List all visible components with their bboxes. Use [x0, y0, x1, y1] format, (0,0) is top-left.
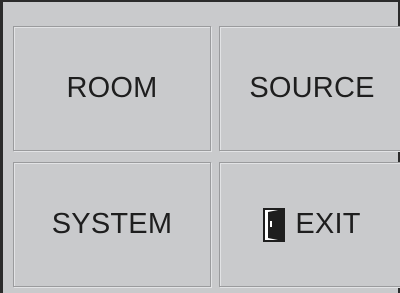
exit-button[interactable]: EXIT [219, 162, 400, 287]
door-icon [263, 207, 286, 242]
room-button-label: ROOM [66, 72, 158, 104]
room-button[interactable]: ROOM [13, 26, 211, 151]
system-button[interactable]: SYSTEM [13, 162, 211, 287]
control-panel: ROOM SOURCE SYSTEM EXIT [0, 0, 400, 293]
source-button[interactable]: SOURCE [219, 26, 400, 151]
source-button-label: SOURCE [249, 72, 375, 104]
system-button-label: SYSTEM [51, 208, 173, 240]
exit-button-label: EXIT [295, 208, 361, 240]
